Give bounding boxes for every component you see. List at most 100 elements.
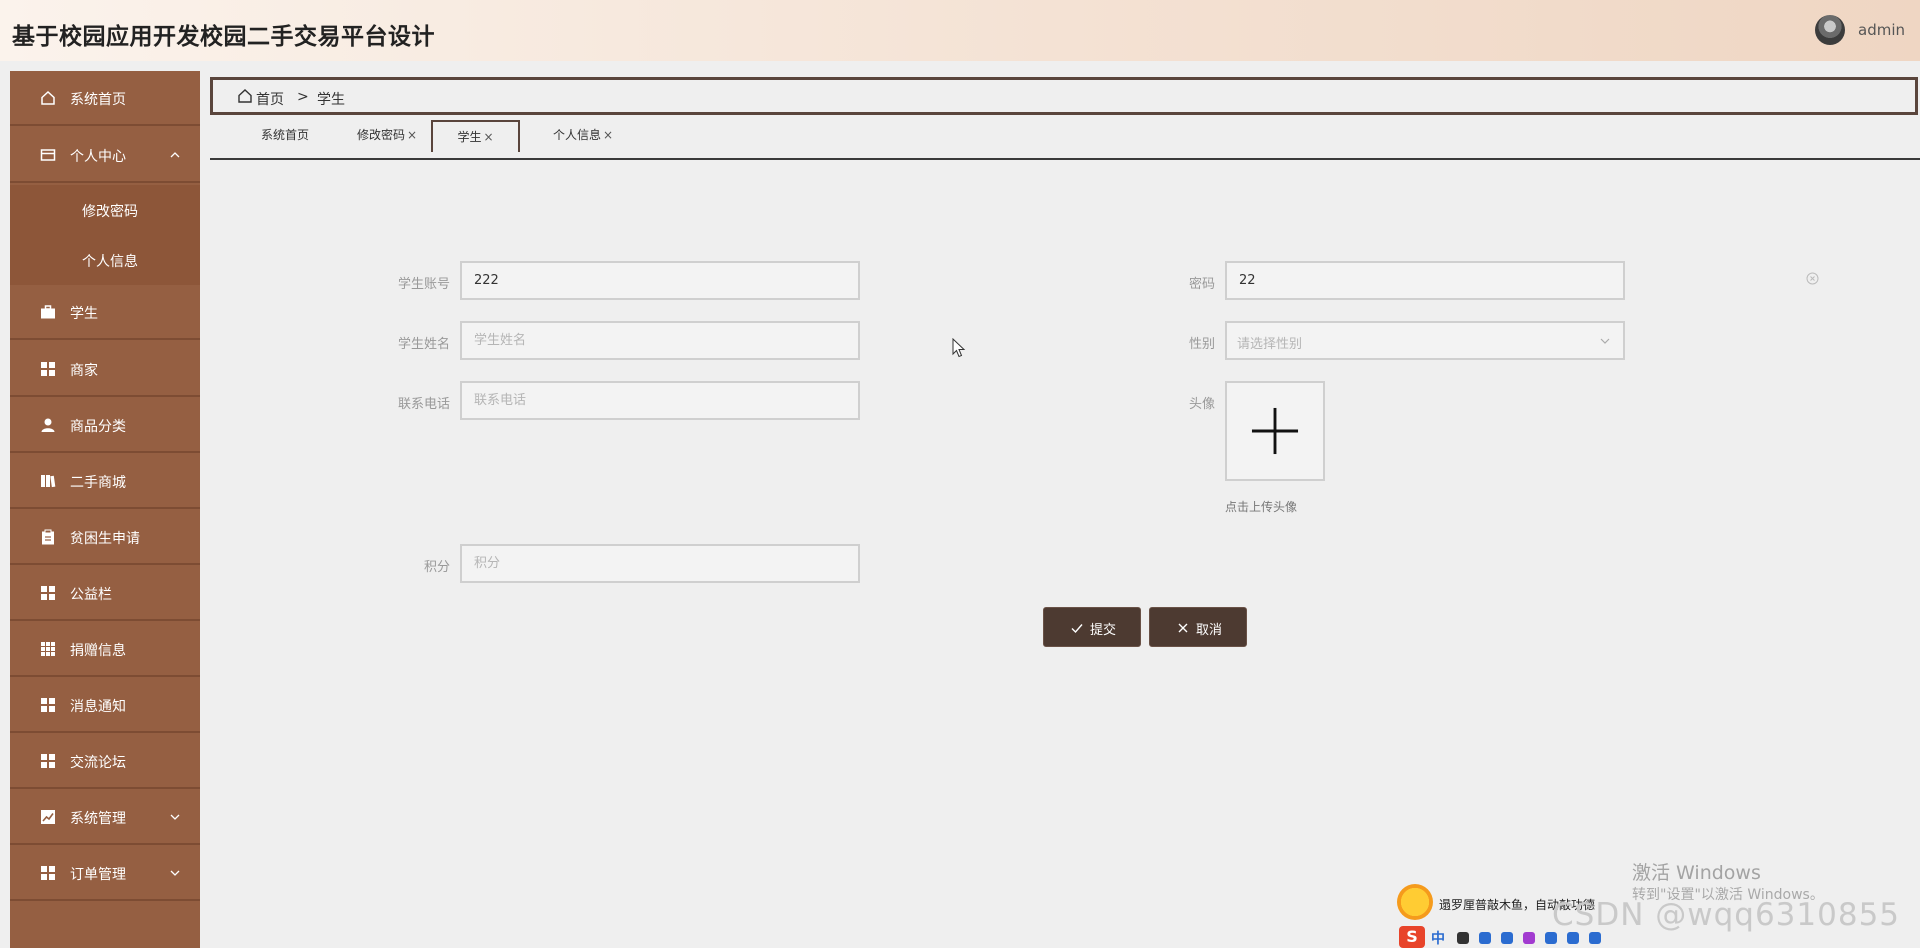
sun-icon <box>1397 884 1433 920</box>
close-icon[interactable]: × <box>603 128 613 142</box>
avatar-upload-hint: 点击上传头像 <box>1225 500 1298 514</box>
sidebar-item-personal-center[interactable]: 个人中心 <box>10 128 200 183</box>
sidebar-item-label: 交流论坛 <box>70 755 126 771</box>
grid-icon <box>41 754 55 768</box>
app-title: 基于校园应用开发校园二手交易平台设计 <box>12 24 435 50</box>
grid-icon <box>41 362 55 376</box>
mouse-cursor-icon <box>952 338 966 358</box>
tab-label: 系统首页 <box>260 128 309 142</box>
sidebar-item-personal-info[interactable]: 个人信息 <box>10 235 200 285</box>
name-input[interactable] <box>460 321 860 360</box>
name-label: 学生姓名 <box>397 337 450 352</box>
submit-label: 提交 <box>1090 623 1117 638</box>
sidebar-item-label: 贫困生申请 <box>70 531 140 547</box>
tab-change-password[interactable]: 修改密码 × <box>346 120 428 150</box>
sidebar-item-label: 修改密码 <box>82 204 138 220</box>
ime-mode[interactable]: 中 <box>1431 928 1445 948</box>
avatar-upload[interactable] <box>1225 381 1325 481</box>
windows-activation-title: 激活 Windows <box>1632 862 1761 884</box>
password-label: 密码 <box>1188 277 1215 292</box>
tab-label: 个人信息 <box>552 128 601 142</box>
gender-select[interactable]: 请选择性别 <box>1225 321 1625 360</box>
tabs-divider <box>210 158 1920 160</box>
plus-icon <box>1251 407 1299 455</box>
chart-icon <box>41 810 55 824</box>
username[interactable]: admin <box>1858 21 1905 39</box>
grid-icon <box>41 586 55 600</box>
home-icon <box>41 90 55 105</box>
grid-icon <box>41 866 55 880</box>
sidebar-item-label: 二手商城 <box>70 475 126 491</box>
sidebar-item-notice[interactable]: 消息通知 <box>10 678 200 733</box>
keyboard-icon[interactable] <box>1501 932 1513 944</box>
sidebar-item-mall[interactable]: 二手商城 <box>10 454 200 509</box>
user-avatar[interactable] <box>1815 15 1845 45</box>
book-icon <box>41 475 56 488</box>
sidebar-item-label: 消息通知 <box>70 699 126 715</box>
wallet-icon <box>40 149 56 161</box>
clear-icon[interactable] <box>1806 272 1819 285</box>
cancel-label: 取消 <box>1196 623 1223 638</box>
chevron-up-icon <box>170 152 180 158</box>
sidebar-item-forum[interactable]: 交流论坛 <box>10 734 200 789</box>
sidebar-item-change-password[interactable]: 修改密码 <box>10 185 200 235</box>
home-icon[interactable] <box>237 88 253 104</box>
apps-icon[interactable] <box>1567 932 1579 944</box>
password-input[interactable] <box>1225 261 1625 300</box>
sidebar-item-label: 商家 <box>70 363 98 379</box>
table-icon <box>41 642 55 656</box>
tab-home[interactable]: 系统首页 <box>248 120 322 150</box>
sidebar-item-system[interactable]: 系统管理 <box>10 790 200 845</box>
phone-label: 联系电话 <box>397 397 450 412</box>
sidebar-item-label: 商品分类 <box>70 419 126 435</box>
close-icon[interactable]: × <box>483 130 493 144</box>
check-icon <box>1071 624 1083 634</box>
robot-icon[interactable] <box>1545 932 1557 944</box>
close-icon <box>1178 623 1188 633</box>
tab-student[interactable]: 学生 × <box>431 120 520 152</box>
gender-label: 性别 <box>1188 337 1215 352</box>
breadcrumb-home[interactable]: 首页 <box>256 89 284 109</box>
sidebar-item-student[interactable]: 学生 <box>10 285 200 340</box>
punctuation-icon[interactable] <box>1457 932 1469 944</box>
account-input[interactable] <box>460 261 860 300</box>
sidebar-item-donation[interactable]: 捐赠信息 <box>10 622 200 677</box>
chevron-down-icon <box>170 870 180 876</box>
sidebar: 系统首页 个人中心 修改密码 个人信息 学生 商家 商品分类 二手商城 贫困生申… <box>10 71 200 948</box>
tab-personal-info[interactable]: 个人信息 × <box>540 120 626 150</box>
submit-button[interactable]: 提交 <box>1043 607 1141 647</box>
sidebar-item-category[interactable]: 商品分类 <box>10 398 200 453</box>
sidebar-item-home[interactable]: 系统首页 <box>10 71 200 126</box>
clipboard-icon <box>42 529 54 545</box>
user-icon <box>41 418 55 432</box>
phone-input[interactable] <box>460 381 860 420</box>
grid-icon <box>41 698 55 712</box>
breadcrumb-separator: > <box>297 89 309 105</box>
sidebar-item-label: 个人中心 <box>70 149 126 165</box>
sidebar-item-poverty-apply[interactable]: 贫困生申请 <box>10 510 200 565</box>
sidebar-item-merchant[interactable]: 商家 <box>10 342 200 397</box>
sidebar-item-label: 个人信息 <box>82 254 138 270</box>
tab-label: 学生 <box>457 130 482 144</box>
sidebar-item-charity[interactable]: 公益栏 <box>10 566 200 621</box>
sidebar-item-label: 系统首页 <box>70 92 126 108</box>
points-input[interactable] <box>460 544 860 583</box>
close-icon[interactable]: × <box>407 128 417 142</box>
account-label: 学生账号 <box>397 277 450 292</box>
sogou-logo-icon[interactable]: S <box>1399 926 1425 948</box>
microphone-icon[interactable] <box>1479 932 1491 944</box>
chevron-down-icon <box>170 814 180 820</box>
skin-icon[interactable] <box>1523 932 1535 944</box>
tab-label: 修改密码 <box>356 128 405 142</box>
settings-icon[interactable] <box>1589 932 1601 944</box>
sidebar-item-label: 学生 <box>70 306 98 322</box>
avatar-label: 头像 <box>1188 397 1215 412</box>
ime-toolbar: S 中 <box>1395 926 1625 948</box>
cancel-button[interactable]: 取消 <box>1149 607 1247 647</box>
breadcrumb: 首页 > 学生 <box>210 77 1918 115</box>
sidebar-item-orders[interactable]: 订单管理 <box>10 846 200 901</box>
breadcrumb-current: 学生 <box>317 92 345 108</box>
sidebar-item-label: 公益栏 <box>70 587 112 603</box>
top-header: 基于校园应用开发校园二手交易平台设计 admin <box>0 0 1920 61</box>
sidebar-item-label: 订单管理 <box>70 867 126 883</box>
